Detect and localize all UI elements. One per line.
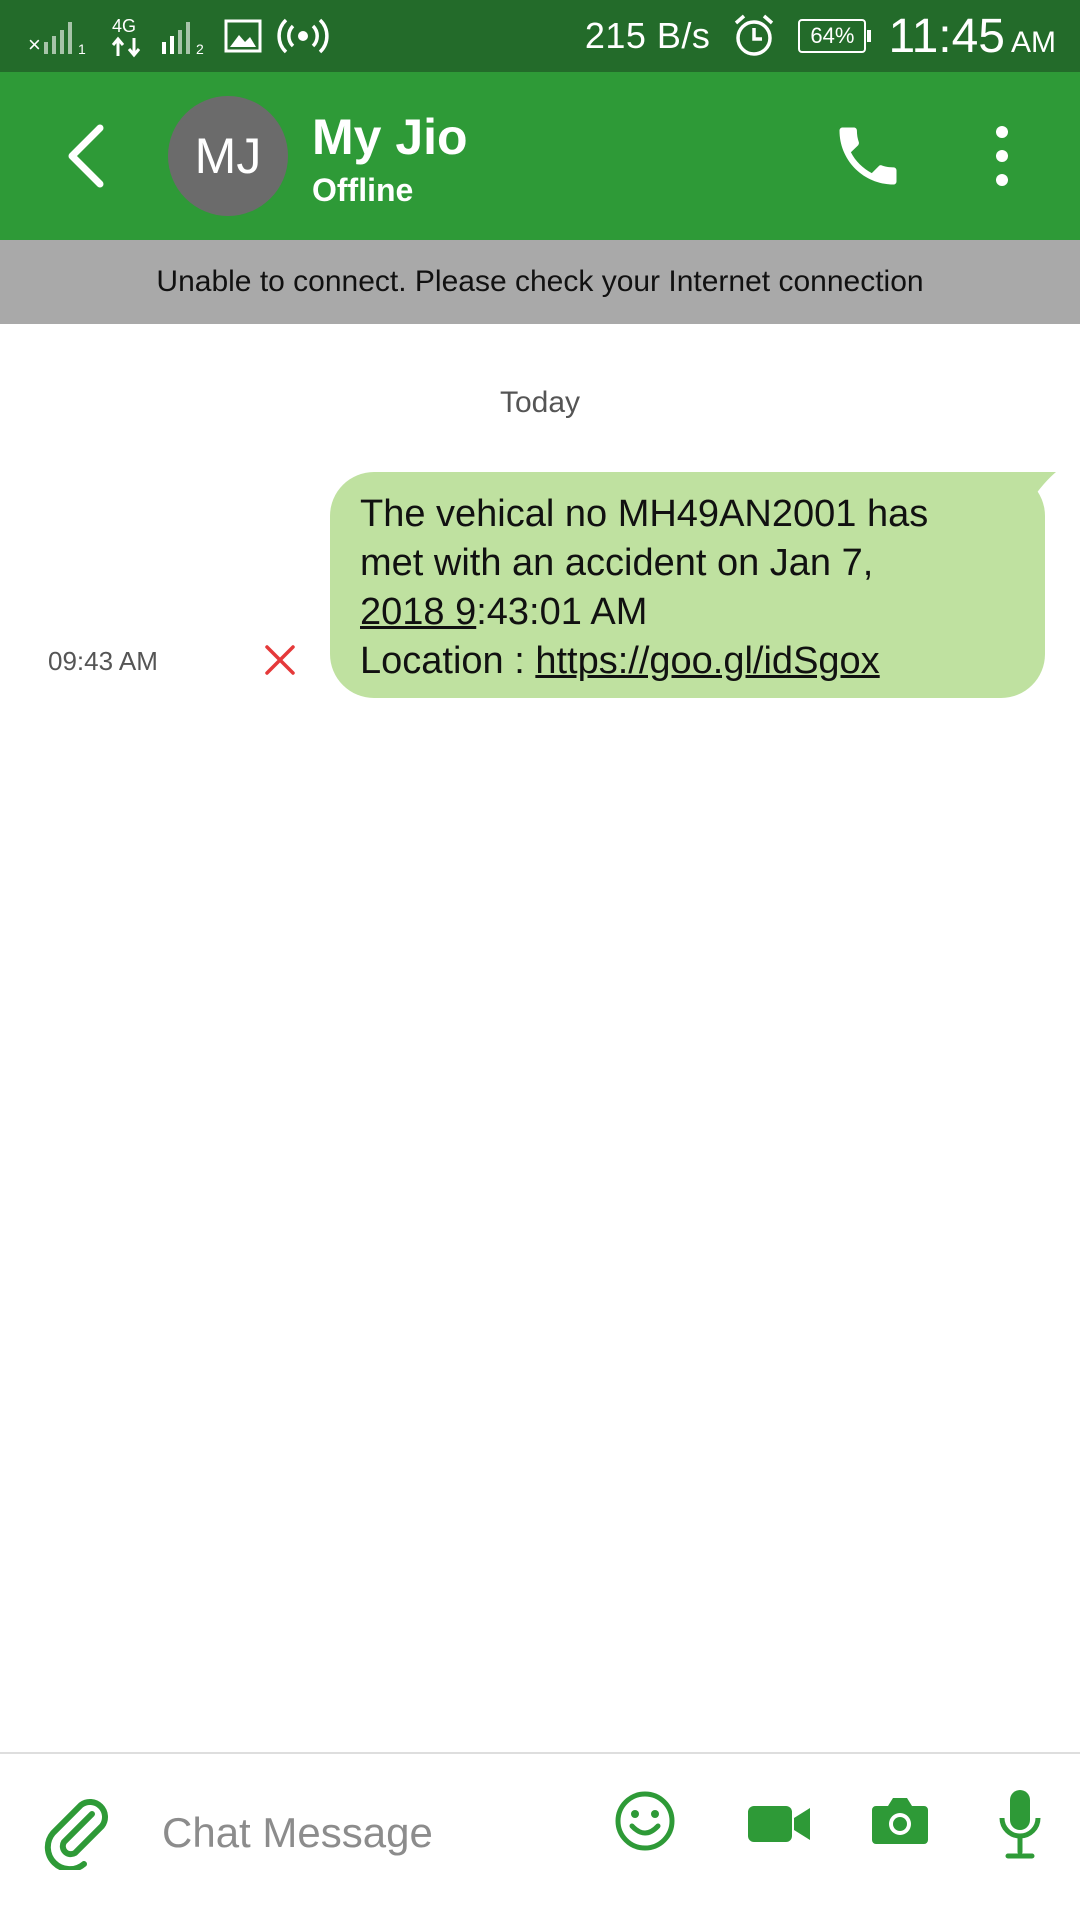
hotspot-icon [277,18,329,54]
clock-ampm: AM [1011,25,1056,59]
svg-text:2: 2 [196,41,204,56]
signal-sim2-icon: 2 [162,22,204,56]
svg-text:×: × [28,32,41,56]
back-arrow-icon [68,124,104,188]
paperclip-icon [44,1799,108,1873]
network-speed: 215 B/s [584,15,711,56]
back-button[interactable] [50,116,130,196]
smiley-icon [615,1791,675,1851]
location-link[interactable]: https://goo.gl/idSgox [535,640,879,682]
camera-icon [872,1798,928,1844]
attach-button[interactable] [40,1794,116,1873]
video-camera-icon [748,1806,810,1842]
message-line: 2018 9:43:01 AM [360,588,1015,637]
chat-message-input[interactable] [160,1794,584,1872]
svg-text:1: 1 [78,41,86,56]
location-label: Location : [360,640,536,682]
battery-level: 64% [810,23,855,48]
chat-header: MJ My Jio Offline [0,72,1080,240]
status-icons-left: × 1 4G 2 [28,14,330,58]
camera-button[interactable] [870,1790,930,1850]
status-clock: 11:45 AM [888,9,1056,64]
more-vert-icon [996,126,1008,186]
message-composer [0,1754,1080,1920]
status-icons-right: 215 B/s 64% 11:45 AM [585,0,1056,72]
message-timestamp: 09:43 AM [48,646,158,676]
contact-status: Offline [312,172,414,208]
message-text: :43:01 AM [476,591,648,633]
phone-icon [839,127,897,185]
avatar[interactable]: MJ [168,96,288,216]
gallery-icon [224,19,262,53]
avatar-initials: MJ [194,128,262,184]
clock-time: 11:45 [888,9,1005,63]
video-call-button[interactable] [746,1794,812,1854]
sent-message-bubble[interactable]: The vehical no MH49AN2001 has met with a… [330,472,1045,698]
alarm-icon [735,14,774,56]
message-line: Location : https://goo.gl/idSgox [360,637,1015,686]
contact-name[interactable]: My Jio [312,108,468,166]
4g-data-icon: 4G [111,16,141,58]
message-line: met with an accident on Jan 7, [360,542,874,584]
message-failed-retry[interactable] [264,644,296,676]
svg-text:4G: 4G [112,16,136,36]
voice-message-button[interactable] [996,1786,1044,1866]
date-link[interactable]: 2018 9 [360,591,476,633]
connection-error-banner: Unable to connect. Please check your Int… [0,240,1080,324]
call-button[interactable] [830,118,906,194]
status-bar: × 1 4G 2 215 B/s 64% 11:45 AM [0,0,1080,72]
close-icon [265,645,295,675]
emoji-button[interactable] [614,1790,676,1852]
date-separator: Today [499,386,581,419]
microphone-icon [999,1790,1041,1859]
message-line: The vehical no MH49AN2001 has [360,493,929,535]
overflow-menu-button[interactable] [980,118,1024,194]
signal-sim1-icon: × 1 [28,22,86,56]
battery-indicator: 64% [798,19,872,53]
